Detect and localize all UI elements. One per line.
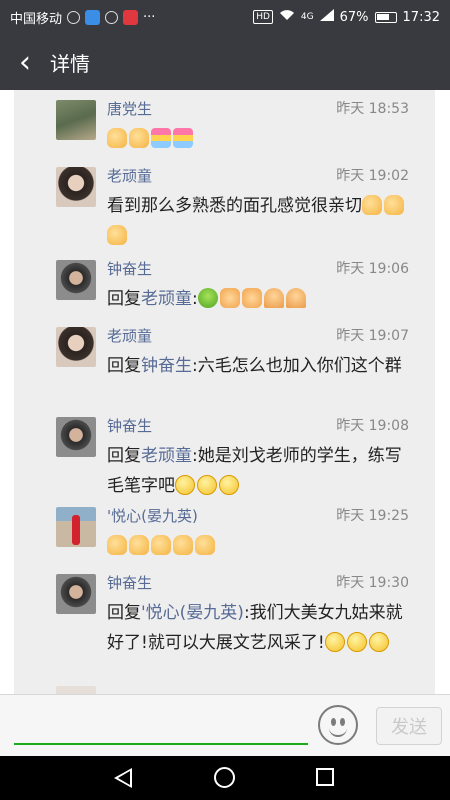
comment-body: :	[192, 289, 198, 309]
commenter-name[interactable]: 钟奋生	[107, 572, 152, 593]
avatar[interactable]	[56, 167, 96, 207]
wifi-icon	[279, 9, 295, 25]
comment-text	[107, 531, 412, 561]
emoji-icon-eye	[331, 718, 336, 726]
smile-emoji-icon	[175, 475, 195, 495]
commenter-name[interactable]: 老顽童	[107, 325, 152, 346]
smile-emoji-icon	[219, 475, 239, 495]
comment-text: 回复老顽童:她是刘戈老师的学生，练写毛笔字吧	[107, 441, 412, 501]
signal-icon	[319, 9, 334, 25]
comment-time: 昨天 19:30	[336, 575, 409, 591]
comment-input-bar: 发送	[0, 694, 450, 756]
nav-recent-apps-icon[interactable]	[316, 768, 334, 786]
comment-body: 看到那么多熟悉的面孔感觉很亲切	[107, 196, 362, 216]
thumbs-up-emoji-icon	[129, 128, 149, 148]
title-bar: ‹ 详情	[0, 34, 450, 90]
system-nav-bar	[0, 756, 450, 800]
network-type: 4G	[300, 12, 314, 22]
thumbs-up-emoji-icon	[384, 195, 404, 215]
comment-time: 昨天 19:02	[336, 168, 409, 184]
comment-text: 回复'悦心(晏九英):我们大美女九姑来就好了!就可以大展文艺风采了!	[107, 598, 412, 658]
comment-input[interactable]	[14, 705, 308, 741]
avatar[interactable]	[56, 260, 96, 300]
sync-notification-icon	[105, 10, 119, 24]
send-button[interactable]: 发送	[376, 707, 442, 745]
reply-to-link[interactable]: '悦心(晏九英)	[141, 603, 244, 623]
reply-prefix: 回复	[107, 289, 141, 309]
thumbs-up-emoji-icon	[151, 535, 171, 555]
commenter-name[interactable]: 钟奋生	[107, 258, 152, 279]
hd-badge: HD	[253, 10, 273, 24]
handshake-emoji-icon	[241, 288, 262, 308]
battery-percent: 67%	[339, 9, 369, 25]
emoji-button[interactable]	[318, 705, 358, 745]
thumbs-up-emoji-icon	[107, 128, 127, 148]
commenter-name[interactable]: 唐党生	[107, 98, 152, 119]
input-underline	[14, 743, 308, 745]
comment-list-area[interactable]: 唐党生 昨天 18:53 老顽童 昨天 19:02 看到那么多熟悉的面孔感觉很亲…	[0, 90, 450, 694]
page-title: 详情	[50, 51, 90, 76]
comment-time: 昨天 19:25	[336, 508, 409, 524]
avatar[interactable]	[56, 507, 96, 547]
reply-to-link[interactable]: 老顽童	[141, 446, 192, 466]
back-arrow-icon: ‹	[19, 44, 31, 80]
reply-prefix: 回复	[107, 603, 141, 623]
video-notification-icon	[123, 9, 139, 25]
pray-emoji-icon	[285, 288, 306, 308]
thumbs-up-emoji-icon	[129, 535, 149, 555]
commenter-name[interactable]: 老顽童	[107, 165, 152, 186]
avatar[interactable]	[56, 417, 96, 457]
wechat-notification-icon	[67, 10, 81, 24]
avatar[interactable]	[56, 327, 96, 367]
comment-time: 昨天 19:08	[336, 418, 409, 434]
smile-emoji-icon	[197, 475, 217, 495]
thumbs-up-emoji-icon	[107, 225, 127, 245]
app-notification-icon	[85, 9, 101, 25]
battery-icon	[374, 11, 397, 23]
comment-body: :六毛怎么也加入你们这个群	[192, 356, 402, 376]
reply-to-link[interactable]: 老顽童	[141, 289, 192, 309]
comment-text: 看到那么多熟悉的面孔感觉很亲切	[107, 191, 412, 251]
more-notifications-icon: ···	[143, 9, 156, 25]
nav-home-icon[interactable]	[214, 767, 235, 788]
clock: 17:32	[402, 9, 440, 25]
reply-to-link[interactable]: 钟奋生	[141, 356, 192, 376]
commenter-name[interactable]: 钟奋生	[107, 415, 152, 436]
comment-text: 回复钟奋生:六毛怎么也加入你们这个群	[107, 351, 412, 381]
comment-text	[107, 124, 412, 154]
avatar[interactable]	[56, 574, 96, 614]
nav-back-icon[interactable]	[114, 768, 132, 788]
carrier-label: 中国移动	[10, 11, 63, 27]
comment-list: 唐党生 昨天 18:53 老顽童 昨天 19:02 看到那么多熟悉的面孔感觉很亲…	[14, 90, 435, 694]
thumbs-up-emoji-icon	[107, 535, 127, 555]
comment-text: 回复老顽童:	[107, 284, 412, 314]
comment-time: 昨天 19:07	[336, 328, 409, 344]
cake-emoji-icon	[151, 128, 171, 148]
back-button[interactable]: ‹	[0, 34, 50, 90]
thumbs-up-emoji-icon	[362, 195, 382, 215]
status-left: 中国移动 ···	[10, 8, 253, 27]
comment-time: 昨天 19:06	[336, 261, 409, 277]
smile-emoji-icon	[346, 632, 367, 652]
avatar-figure	[72, 515, 80, 545]
avatar[interactable]	[56, 100, 96, 140]
smile-emoji-icon	[368, 632, 389, 652]
thumbs-up-emoji-icon	[173, 535, 193, 555]
smile-emoji-icon	[324, 632, 345, 652]
smiley-icon	[329, 727, 347, 737]
thumbs-up-emoji-icon	[195, 535, 215, 555]
status-right: HD 4G 67% 17:32	[253, 9, 440, 25]
commenter-name[interactable]: '悦心(晏九英)	[107, 505, 198, 526]
status-bar: 中国移动 ··· HD 4G 67% 17:32	[0, 0, 450, 34]
frog-emoji-icon	[197, 288, 218, 308]
avatar[interactable]	[56, 686, 96, 694]
cake-emoji-icon	[173, 128, 193, 148]
emoji-icon-eye	[340, 718, 345, 726]
reply-prefix: 回复	[107, 356, 141, 376]
pray-emoji-icon	[263, 288, 284, 308]
handshake-emoji-icon	[219, 288, 240, 308]
comment-time: 昨天 18:53	[336, 101, 409, 117]
reply-prefix: 回复	[107, 446, 141, 466]
